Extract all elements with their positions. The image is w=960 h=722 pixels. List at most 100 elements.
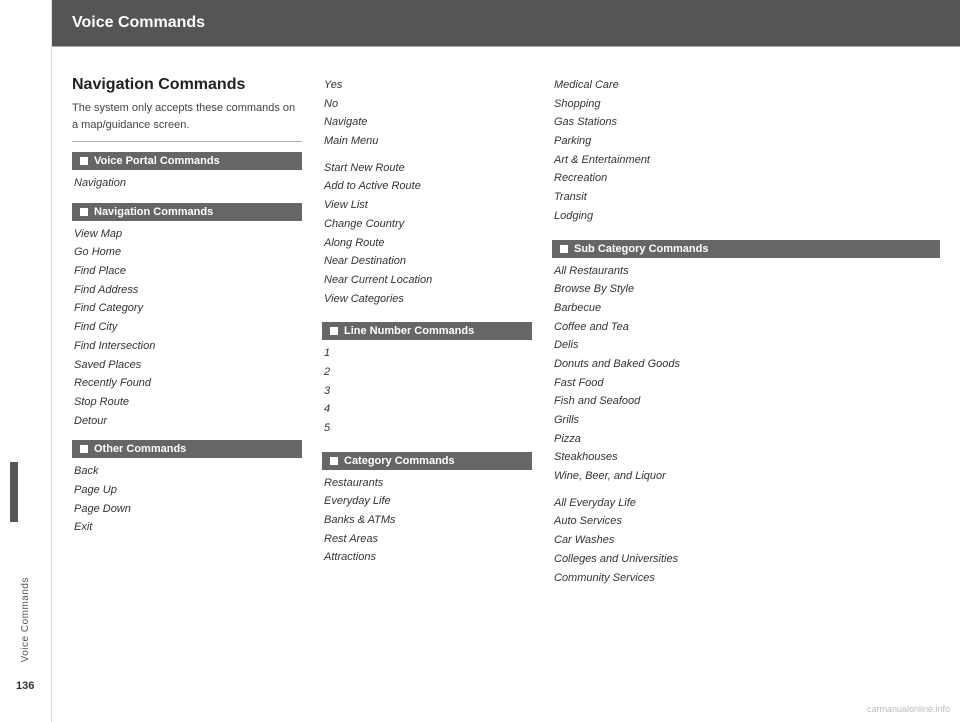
list-item: Recreation xyxy=(552,169,940,188)
watermark: carmanualonline.info xyxy=(867,704,950,714)
list-item: Near Destination xyxy=(322,252,532,271)
line-number-items: 12345 xyxy=(322,344,532,437)
list-item: No xyxy=(322,95,532,114)
list-item: Everyday Life xyxy=(322,492,532,511)
list-item: Exit xyxy=(72,518,302,537)
list-item: Start New Route xyxy=(322,159,532,178)
list-item: Along Route xyxy=(322,234,532,253)
list-item: Saved Places xyxy=(72,356,302,375)
list-item: Change Country xyxy=(322,215,532,234)
navigation-commands-items: View MapGo HomeFind PlaceFind AddressFin… xyxy=(72,225,302,431)
other-commands-header: Other Commands xyxy=(72,440,302,458)
nav-section-subtitle: The system only accepts these commands o… xyxy=(72,100,302,142)
list-item: 1 xyxy=(322,344,532,363)
list-item: Banks & ATMs xyxy=(322,511,532,530)
nav-cmd-square-icon xyxy=(80,208,88,216)
mid-top-items: YesNoNavigateMain Menu xyxy=(322,76,532,151)
list-item: Transit xyxy=(552,188,940,207)
list-item: Back xyxy=(72,462,302,481)
list-item: Fish and Seafood xyxy=(552,392,940,411)
other-commands-items: BackPage UpPage DownExit xyxy=(72,462,302,537)
list-item: Find Category xyxy=(72,299,302,318)
list-item: Parking xyxy=(552,132,940,151)
list-item: 5 xyxy=(322,419,532,438)
list-item: Browse By Style xyxy=(552,280,940,299)
list-item: Main Menu xyxy=(322,132,532,151)
list-item: Community Services xyxy=(552,569,940,588)
category-items: RestaurantsEveryday LifeBanks & ATMsRest… xyxy=(322,474,532,567)
list-item: Add to Active Route xyxy=(322,177,532,196)
list-item: Page Up xyxy=(72,481,302,500)
list-item: Near Current Location xyxy=(322,271,532,290)
page-number: 136 xyxy=(16,680,34,692)
sidebar-label: Voice Commands xyxy=(20,577,31,662)
right-top-items: Medical CareShoppingGas StationsParkingA… xyxy=(552,76,940,226)
list-item: All Restaurants xyxy=(552,262,940,281)
list-item: Find Place xyxy=(72,262,302,281)
list-item: Page Down xyxy=(72,500,302,519)
list-item: Fast Food xyxy=(552,374,940,393)
list-item: Donuts and Baked Goods xyxy=(552,355,940,374)
list-item: Navigate xyxy=(322,113,532,132)
list-item: Yes xyxy=(322,76,532,95)
list-item: Car Washes xyxy=(552,531,940,550)
list-item: Detour xyxy=(72,412,302,431)
list-item: View Categories xyxy=(322,290,532,309)
other-cmd-square-icon xyxy=(80,445,88,453)
cat-square-icon xyxy=(330,457,338,465)
header-title: Voice Commands xyxy=(72,14,205,32)
list-item: Find Intersection xyxy=(72,337,302,356)
list-item: Attractions xyxy=(322,548,532,567)
list-item: Colleges and Universities xyxy=(552,550,940,569)
voice-portal-items: Navigation xyxy=(72,174,302,193)
list-item: Delis xyxy=(552,336,940,355)
list-item: Wine, Beer, and Liquor xyxy=(552,467,940,486)
list-item: Navigation xyxy=(72,174,302,193)
list-item: Rest Areas xyxy=(322,530,532,549)
list-item: Go Home xyxy=(72,243,302,262)
list-item: 2 xyxy=(322,363,532,382)
line-num-square-icon xyxy=(330,327,338,335)
list-item: Find City xyxy=(72,318,302,337)
list-item: Steakhouses xyxy=(552,448,940,467)
middle-column: YesNoNavigateMain Menu Start New RouteAd… xyxy=(322,76,552,702)
list-item: Lodging xyxy=(552,207,940,226)
nav-section-title: Navigation Commands xyxy=(72,76,302,94)
voice-portal-square-icon xyxy=(80,157,88,165)
list-item: Gas Stations xyxy=(552,113,940,132)
right-column: Medical CareShoppingGas StationsParkingA… xyxy=(552,76,940,702)
list-item: Coffee and Tea xyxy=(552,318,940,337)
line-number-header: Line Number Commands xyxy=(322,322,532,340)
sidebar: Voice Commands 136 xyxy=(0,0,52,722)
category-header: Category Commands xyxy=(322,452,532,470)
sub-category-header: Sub Category Commands xyxy=(552,240,940,258)
mid-route-items: Start New RouteAdd to Active RouteView L… xyxy=(322,159,532,309)
list-item: All Everyday Life xyxy=(552,494,940,513)
list-item: Grills xyxy=(552,411,940,430)
list-item: Shopping xyxy=(552,95,940,114)
list-item: View Map xyxy=(72,225,302,244)
list-item: Barbecue xyxy=(552,299,940,318)
list-item: 3 xyxy=(322,382,532,401)
list-item: View List xyxy=(322,196,532,215)
list-item: Stop Route xyxy=(72,393,302,412)
spacer2 xyxy=(552,486,940,494)
list-item: Medical Care xyxy=(552,76,940,95)
list-item: Pizza xyxy=(552,430,940,449)
list-item: Art & Entertainment xyxy=(552,151,940,170)
main-content: Navigation Commands The system only acce… xyxy=(52,46,960,722)
left-column: Navigation Commands The system only acce… xyxy=(72,76,322,702)
spacer xyxy=(322,151,532,159)
voice-portal-header: Voice Portal Commands xyxy=(72,152,302,170)
sub-category-items2: All Everyday LifeAuto ServicesCar Washes… xyxy=(552,494,940,587)
list-item: Find Address xyxy=(72,281,302,300)
sidebar-accent-bar xyxy=(10,462,18,522)
navigation-commands-header: Navigation Commands xyxy=(72,203,302,221)
list-item: Restaurants xyxy=(322,474,532,493)
page-header: Voice Commands xyxy=(52,0,960,46)
list-item: Auto Services xyxy=(552,512,940,531)
list-item: Recently Found xyxy=(72,374,302,393)
list-item: 4 xyxy=(322,400,532,419)
sub-cat-square-icon xyxy=(560,245,568,253)
sub-category-items: All RestaurantsBrowse By StyleBarbecueCo… xyxy=(552,262,940,486)
